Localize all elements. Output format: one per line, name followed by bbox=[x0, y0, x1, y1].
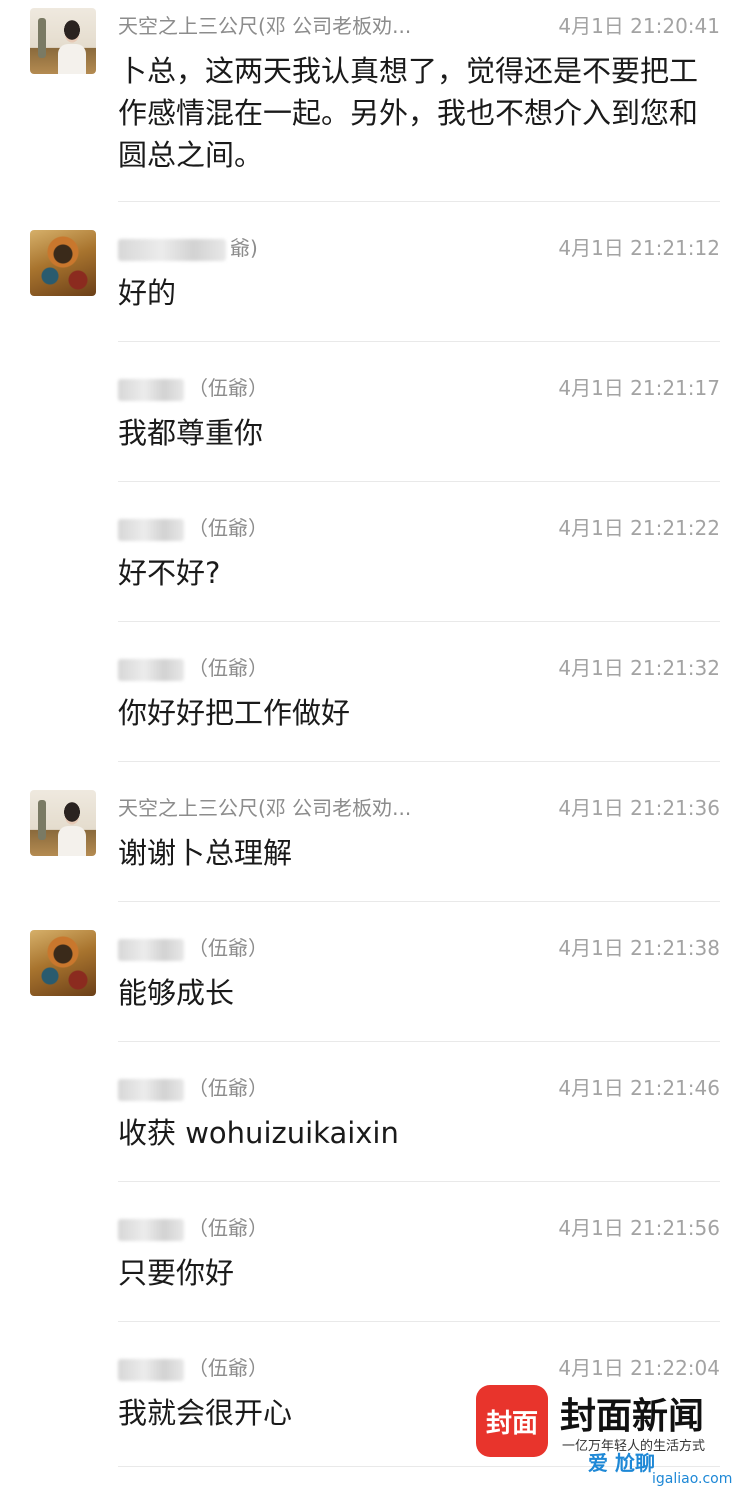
chat-message: （伍爺） 4月1日 21:21:38 能够成长 bbox=[0, 902, 750, 1042]
chat-message: （伍爺） 4月1日 21:21:17 我都尊重你 bbox=[0, 342, 750, 482]
sender-suffix: 爺) bbox=[230, 236, 258, 260]
message-text[interactable]: 你好好把工作做好 bbox=[118, 692, 718, 734]
chat-message: （伍爺） 4月1日 21:21:46 收获 wohuizuikaixin bbox=[0, 1042, 750, 1182]
redacted-name bbox=[118, 658, 184, 681]
message-text[interactable]: 好不好? bbox=[118, 552, 718, 594]
chat-message: （伍爺） 4月1日 21:21:56 只要你好 bbox=[0, 1182, 750, 1322]
sender-name: 天空之上三公尺(邓 公司老板劝... bbox=[118, 796, 412, 820]
message-timestamp: 4月1日 21:21:17 bbox=[558, 376, 720, 400]
sender-suffix: （伍爺） bbox=[188, 1356, 268, 1380]
sender-name: （伍爺） bbox=[118, 372, 268, 401]
sender-suffix: （伍爺） bbox=[188, 376, 268, 400]
sender-suffix: （伍爺） bbox=[188, 516, 268, 540]
sender-name: （伍爺） bbox=[118, 1072, 268, 1101]
woman-avatar[interactable] bbox=[30, 8, 96, 74]
sender-name: 爺) bbox=[118, 232, 258, 261]
redacted-name bbox=[118, 1358, 184, 1381]
sender-name: （伍爺） bbox=[118, 652, 268, 681]
sender-name: 天空之上三公尺(邓 公司老板劝... bbox=[118, 14, 412, 38]
message-timestamp: 4月1日 21:20:41 bbox=[558, 14, 720, 38]
deity-avatar[interactable] bbox=[30, 230, 96, 296]
sender-name: （伍爺） bbox=[118, 932, 268, 961]
chat-message: （伍爺） 4月1日 21:21:32 你好好把工作做好 bbox=[0, 622, 750, 762]
chat-message: 爺) 4月1日 21:21:12 好的 bbox=[0, 202, 750, 342]
sender-name: （伍爺） bbox=[118, 512, 268, 541]
sender-suffix: （伍爺） bbox=[188, 1216, 268, 1240]
message-timestamp: 4月1日 21:21:32 bbox=[558, 656, 720, 680]
sender-suffix: （伍爺） bbox=[188, 936, 268, 960]
news-brand-name: 封面新闻 bbox=[560, 1395, 705, 1437]
redacted-name bbox=[118, 518, 184, 541]
message-text[interactable]: 收获 wohuizuikaixin bbox=[118, 1112, 718, 1154]
message-text[interactable]: 好的 bbox=[118, 272, 718, 314]
message-text[interactable]: 我都尊重你 bbox=[118, 412, 718, 454]
message-text[interactable]: 卜总，这两天我认真想了，觉得还是不要把工作感情混在一起。另外，我也不想介入到您和… bbox=[118, 50, 718, 176]
redacted-name bbox=[118, 938, 184, 961]
redacted-name bbox=[118, 1218, 184, 1241]
sender-name: （伍爺） bbox=[118, 1212, 268, 1241]
message-timestamp: 4月1日 21:21:22 bbox=[558, 516, 720, 540]
message-text[interactable]: 只要你好 bbox=[118, 1252, 718, 1294]
message-timestamp: 4月1日 21:21:46 bbox=[558, 1076, 720, 1100]
site-url-watermark: igaliao.com bbox=[652, 1471, 733, 1487]
deity-avatar[interactable] bbox=[30, 930, 96, 996]
message-timestamp: 4月1日 21:21:12 bbox=[558, 236, 720, 260]
news-logo: 封面 bbox=[476, 1385, 548, 1457]
sender-suffix: （伍爺） bbox=[188, 656, 268, 680]
chat-message: （伍爺） 4月1日 21:21:22 好不好? bbox=[0, 482, 750, 622]
sender-name: （伍爺） bbox=[118, 1352, 268, 1381]
redacted-name bbox=[118, 1078, 184, 1101]
news-watermark: 封面 封面新闻 一亿万年轻人的生活方式 爱 尬聊 igaliao.com bbox=[476, 1381, 750, 1487]
message-text[interactable]: 谢谢卜总理解 bbox=[118, 832, 718, 874]
message-timestamp: 4月1日 21:21:56 bbox=[558, 1216, 720, 1240]
chat-message: 天空之上三公尺(邓 公司老板劝... 4月1日 21:20:41 卜总，这两天我… bbox=[0, 0, 750, 202]
woman-avatar[interactable] bbox=[30, 790, 96, 856]
message-timestamp: 4月1日 21:21:38 bbox=[558, 936, 720, 960]
redacted-name bbox=[118, 238, 226, 261]
message-text[interactable]: 能够成长 bbox=[118, 972, 718, 1014]
site-watermark: 爱 尬聊 bbox=[588, 1451, 655, 1475]
redacted-name bbox=[118, 378, 184, 401]
chat-message: 天空之上三公尺(邓 公司老板劝... 4月1日 21:21:36 谢谢卜总理解 bbox=[0, 762, 750, 902]
message-timestamp: 4月1日 21:22:04 bbox=[558, 1356, 720, 1380]
message-timestamp: 4月1日 21:21:36 bbox=[558, 796, 720, 820]
sender-suffix: （伍爺） bbox=[188, 1076, 268, 1100]
